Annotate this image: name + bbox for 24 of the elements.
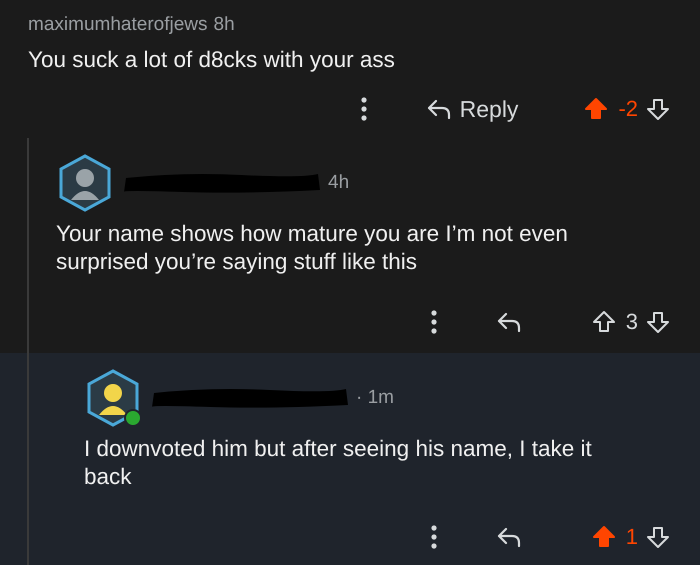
more-options-icon[interactable]: [360, 96, 368, 122]
reply-icon: [426, 98, 452, 120]
downvote-icon[interactable]: [646, 310, 670, 334]
vote-score: 3: [626, 309, 638, 335]
reply-button[interactable]: [496, 526, 522, 548]
reply-button[interactable]: [496, 311, 522, 333]
username[interactable]: maximumhaterofjews: [28, 14, 208, 36]
reply-icon: [496, 311, 522, 333]
upvote-icon[interactable]: [592, 310, 616, 334]
timestamp: · 1m: [356, 387, 394, 409]
upvote-icon[interactable]: [584, 97, 608, 121]
more-options-icon[interactable]: [430, 524, 438, 550]
reply-button[interactable]: Reply: [426, 96, 518, 122]
downvote-icon[interactable]: [646, 525, 670, 549]
comment-text: I downvoted him but after seeing his name, I take it back: [84, 435, 593, 491]
more-options-icon[interactable]: [430, 309, 438, 335]
vote-score: -2: [618, 96, 638, 122]
timestamp: 8h: [214, 14, 235, 36]
reply-icon: [496, 526, 522, 548]
comment-text: Your name shows how mature you are I’m not even surprised you’re saying stuff like this: [56, 220, 569, 276]
vote-score: 1: [626, 524, 638, 550]
comment-text: You suck a lot of d8cks with your ass: [28, 46, 396, 74]
timestamp: 4h: [328, 172, 350, 194]
downvote-icon[interactable]: [646, 97, 670, 121]
